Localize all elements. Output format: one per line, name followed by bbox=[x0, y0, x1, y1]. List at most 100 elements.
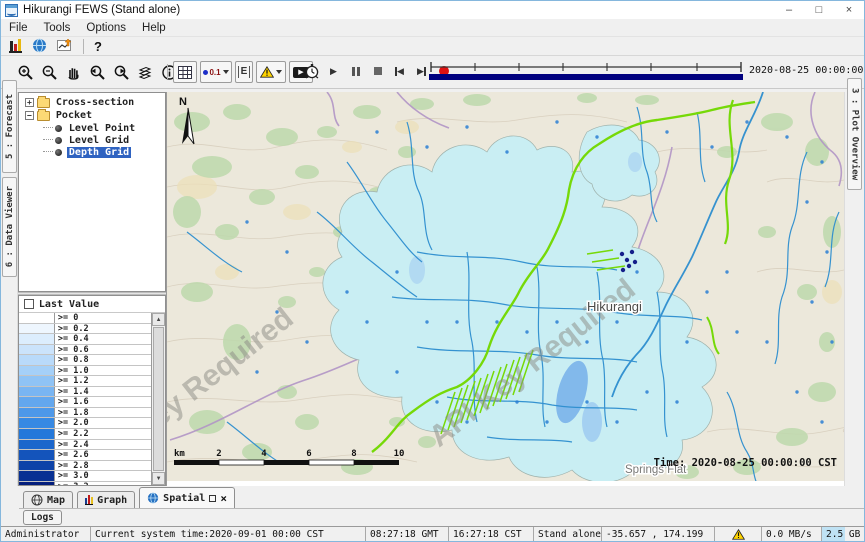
status-warning-cell bbox=[715, 527, 762, 541]
svg-text:2: 2 bbox=[216, 449, 221, 459]
folder-icon bbox=[37, 111, 50, 121]
scrollbar-thumb[interactable] bbox=[153, 327, 164, 471]
bullet-icon bbox=[55, 149, 62, 156]
warning-thresholds-dropdown[interactable] bbox=[256, 61, 286, 83]
svg-text:4: 4 bbox=[261, 449, 267, 459]
tree-node-level-grid[interactable]: Level Grid bbox=[43, 134, 165, 146]
tab-maximize-icon[interactable] bbox=[209, 495, 216, 502]
pause-button[interactable] bbox=[347, 63, 364, 79]
tree-node-level-point[interactable]: Level Point bbox=[43, 122, 165, 134]
scroll-up-icon[interactable]: ▲ bbox=[152, 313, 165, 326]
legend-row: >= 1.0 bbox=[19, 366, 151, 377]
grid-display-button[interactable] bbox=[173, 61, 197, 83]
display-tab-bar: Map Graph Spatial × bbox=[19, 486, 864, 509]
zoom-out-icon[interactable] bbox=[39, 63, 59, 81]
folder-icon bbox=[37, 98, 50, 108]
help-button[interactable]: ? bbox=[94, 39, 102, 54]
stop-button[interactable] bbox=[369, 63, 386, 79]
bar-chart-icon bbox=[85, 495, 93, 505]
legend-swatch bbox=[19, 376, 55, 386]
globe-explorer-icon[interactable] bbox=[32, 39, 47, 53]
tree-node-depth-grid[interactable]: Depth Grid bbox=[43, 146, 165, 158]
timer-icon[interactable] bbox=[303, 63, 320, 79]
chevron-down-icon bbox=[223, 70, 229, 74]
bullet-icon bbox=[55, 125, 62, 132]
svg-text:10: 10 bbox=[394, 449, 405, 459]
legend-list: >= 0 >= 0.2 >= 0.4 bbox=[19, 313, 151, 485]
slider-range-bar bbox=[429, 74, 743, 80]
zoom-previous-icon[interactable] bbox=[87, 63, 107, 81]
legend-scrollbar[interactable]: ▲ ▼ bbox=[151, 313, 165, 485]
expand-icon[interactable]: + bbox=[25, 98, 34, 107]
logs-button[interactable]: Logs bbox=[23, 510, 62, 525]
status-download-rate: 0.0 MB/s bbox=[762, 527, 822, 541]
tab-spatial[interactable]: Spatial × bbox=[139, 487, 235, 508]
scroll-down-icon[interactable]: ▼ bbox=[152, 472, 165, 485]
menu-item[interactable]: Help bbox=[142, 22, 166, 34]
zoom-in-icon[interactable] bbox=[15, 63, 35, 81]
tab-map[interactable]: Map bbox=[23, 491, 73, 508]
last-step-button[interactable]: ▶ bbox=[413, 63, 430, 79]
menu-bar: File Tools Options Help bbox=[1, 19, 864, 37]
menu-item[interactable]: Options bbox=[86, 22, 126, 34]
legend-swatch bbox=[19, 408, 55, 418]
status-bar: Administrator Current system time:2020-0… bbox=[1, 526, 864, 541]
legend-swatch bbox=[19, 429, 55, 439]
legend-row: >= 0.8 bbox=[19, 355, 151, 366]
legend-row: >= 2.2 bbox=[19, 429, 151, 440]
tab-plot-overview[interactable]: 3 : Plot Overview bbox=[847, 78, 862, 190]
legend-swatch bbox=[19, 450, 55, 460]
layers-icon[interactable] bbox=[135, 63, 155, 81]
content-area: 5 : Forecast 6 : Data Viewer + Cross-sec… bbox=[1, 92, 864, 486]
title-bar: Hikurangi FEWS (Stand alone) – □ × bbox=[1, 1, 864, 19]
database-viewer-icon[interactable] bbox=[9, 39, 22, 53]
status-memory: 2.5 GB bbox=[822, 527, 864, 541]
map-area: API Key Required API Key Required Hikura… bbox=[167, 92, 844, 486]
legend-swatch bbox=[19, 461, 55, 471]
play-button[interactable]: ▶ bbox=[325, 63, 342, 79]
map-canvas[interactable]: API Key Required API Key Required Hikura… bbox=[167, 92, 844, 481]
labels-e-icon: E bbox=[238, 66, 251, 78]
tab-close-icon[interactable]: × bbox=[220, 493, 227, 504]
legend-row: >= 0.2 bbox=[19, 324, 151, 335]
legend-row: >= 1.8 bbox=[19, 408, 151, 419]
tab-data-viewer[interactable]: 6 : Data Viewer bbox=[2, 177, 17, 277]
first-step-button[interactable]: ◀ bbox=[391, 63, 408, 79]
main-toolbar: ? bbox=[1, 37, 864, 56]
time-slider[interactable] bbox=[429, 60, 743, 84]
tab-forecast[interactable]: 5 : Forecast bbox=[2, 80, 17, 173]
tree-node-pocket[interactable]: − Pocket bbox=[19, 109, 165, 122]
profile-display-icon[interactable] bbox=[57, 39, 73, 53]
close-button[interactable]: × bbox=[834, 1, 864, 19]
right-tab-strip: 3 : Plot Overview bbox=[844, 92, 864, 486]
pan-hand-icon[interactable] bbox=[63, 63, 83, 81]
labels-button[interactable]: E bbox=[235, 61, 253, 83]
svg-text:N: N bbox=[179, 96, 187, 108]
maximize-button[interactable]: □ bbox=[804, 1, 834, 19]
legend-row: >= 1.6 bbox=[19, 397, 151, 408]
value-precision-dropdown[interactable]: 0.1 bbox=[200, 61, 232, 83]
collapse-icon[interactable]: − bbox=[25, 111, 34, 120]
legend-row: >= 0.6 bbox=[19, 345, 151, 356]
minimize-button[interactable]: – bbox=[774, 1, 804, 19]
tab-graph[interactable]: Graph bbox=[77, 491, 135, 508]
legend-row: >= 2.6 bbox=[19, 450, 151, 461]
warning-triangle-icon bbox=[732, 529, 745, 540]
status-user: Administrator bbox=[1, 527, 91, 541]
legend-swatch bbox=[19, 345, 55, 355]
legend-row: >= 1.4 bbox=[19, 387, 151, 398]
legend-row: >= 3.0 bbox=[19, 471, 151, 482]
zoom-next-icon[interactable] bbox=[111, 63, 131, 81]
legend-panel: Last Value >= 0 >= 0.2 bbox=[18, 295, 166, 486]
bullet-icon bbox=[55, 137, 62, 144]
last-value-checkbox[interactable] bbox=[24, 299, 34, 309]
legend-row: >= 2.4 bbox=[19, 440, 151, 451]
current-datetime-label: 2020-08-25 00:00:00 CST bbox=[749, 65, 865, 76]
menu-item[interactable]: Tools bbox=[44, 22, 71, 34]
logs-row: Logs bbox=[19, 509, 864, 526]
tree-node-cross-section[interactable]: + Cross-section bbox=[19, 96, 165, 109]
legend-swatch bbox=[19, 313, 55, 323]
map-time-label: Time: 2020-08-25 00:00:00 CST bbox=[654, 457, 837, 469]
menu-item[interactable]: File bbox=[9, 22, 28, 34]
status-mode: Stand alone bbox=[534, 527, 602, 541]
